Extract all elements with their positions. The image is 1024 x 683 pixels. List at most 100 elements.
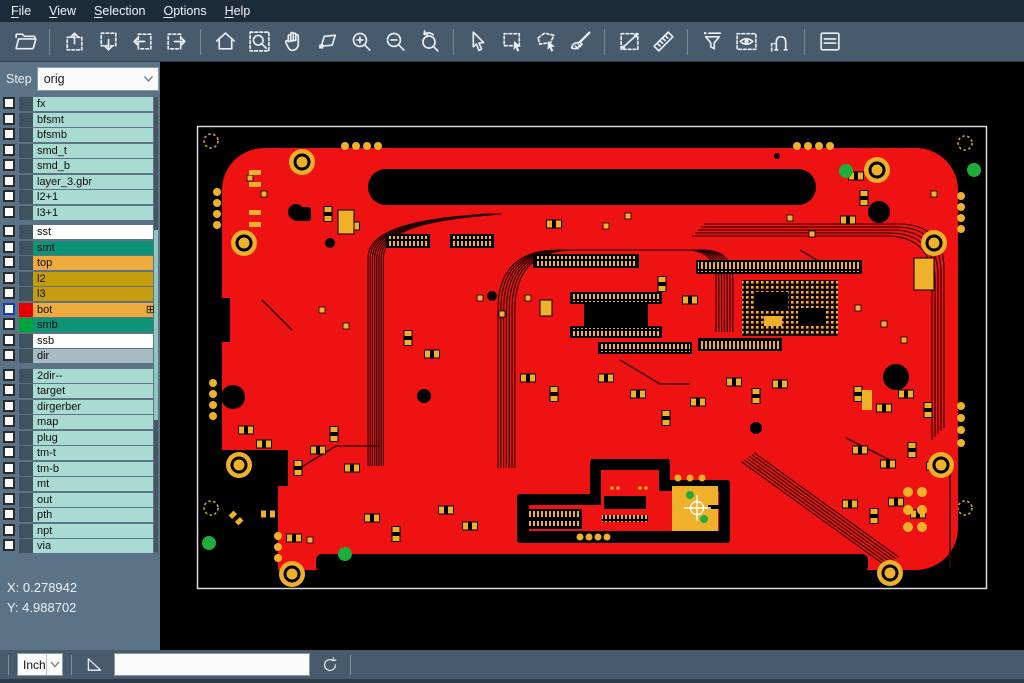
command-input[interactable] bbox=[114, 653, 310, 676]
layer-checkbox-plug[interactable] bbox=[3, 431, 15, 443]
layer-row-l2+1[interactable]: l2+1 bbox=[0, 190, 160, 204]
layer-row-2dir--[interactable]: 2dir-- bbox=[0, 369, 160, 383]
layer-name-label[interactable]: l3 bbox=[33, 287, 153, 301]
zoom-in-button[interactable] bbox=[344, 26, 378, 58]
layer-name-label[interactable]: 2dir-- bbox=[33, 369, 153, 383]
layer-row-bot[interactable]: bot⊞ bbox=[0, 303, 160, 317]
layer-name-label[interactable]: l2+1 bbox=[33, 190, 153, 204]
menu-item-selection[interactable]: Selection bbox=[85, 0, 154, 22]
step-select[interactable]: orig bbox=[37, 67, 159, 91]
layer-row-smd_t[interactable]: smd_t bbox=[0, 144, 160, 158]
layer-checkbox-target[interactable] bbox=[3, 384, 15, 396]
filter-button[interactable] bbox=[695, 26, 729, 58]
layer-name-label[interactable]: bfsmt bbox=[33, 113, 153, 127]
angle-mode-button[interactable] bbox=[84, 654, 105, 675]
layer-checkbox-bot[interactable] bbox=[3, 303, 15, 315]
layer-row-ssb[interactable]: ssb bbox=[0, 334, 160, 348]
measure-distance-button[interactable] bbox=[612, 26, 646, 58]
pan-right-button[interactable] bbox=[159, 26, 193, 58]
layer-row-target[interactable]: target bbox=[0, 384, 160, 398]
layer-name-label[interactable]: pth bbox=[33, 508, 153, 522]
layer-checkbox-layer_3.gbr[interactable] bbox=[3, 175, 15, 187]
layer-checkbox-dirgerber[interactable] bbox=[3, 400, 15, 412]
layer-checkbox-npt[interactable] bbox=[3, 524, 15, 536]
pan-up-button[interactable] bbox=[57, 26, 91, 58]
layer-row-mt[interactable]: mt bbox=[0, 477, 160, 491]
zoom-home-button[interactable] bbox=[208, 26, 242, 58]
layer-row-via[interactable]: via bbox=[0, 539, 160, 553]
layer-name-label[interactable]: l3+1 bbox=[33, 206, 153, 220]
menu-item-options[interactable]: Options bbox=[154, 0, 215, 22]
layer-checkbox-mt[interactable] bbox=[3, 477, 15, 489]
layer-row-smd_b[interactable]: smd_b bbox=[0, 159, 160, 173]
layer-color-swatch[interactable] bbox=[19, 318, 33, 332]
layer-row-pth[interactable]: pth bbox=[0, 508, 160, 522]
layer-row-out[interactable]: out bbox=[0, 493, 160, 507]
zoom-selection-button[interactable] bbox=[310, 26, 344, 58]
layer-checkbox-map[interactable] bbox=[3, 415, 15, 427]
layer-checkbox-via[interactable] bbox=[3, 539, 15, 551]
pan-down-button[interactable] bbox=[91, 26, 125, 58]
layer-row-bfsmt[interactable]: bfsmt bbox=[0, 113, 160, 127]
layer-row-top[interactable]: top bbox=[0, 256, 160, 270]
layer-name-label[interactable]: l2 bbox=[33, 272, 153, 286]
layer-row-map[interactable]: map bbox=[0, 415, 160, 429]
layer-checkbox-l3+1[interactable] bbox=[3, 206, 15, 218]
layer-row-l3[interactable]: l3 bbox=[0, 287, 160, 301]
zoom-out-button[interactable] bbox=[378, 26, 412, 58]
layer-name-label[interactable]: tm-t bbox=[33, 446, 153, 460]
layer-checkbox-out[interactable] bbox=[3, 493, 15, 505]
layer-name-label[interactable]: bfsmb bbox=[33, 128, 153, 142]
layer-name-label[interactable]: npt bbox=[33, 524, 153, 538]
pcb-canvas[interactable] bbox=[160, 62, 1024, 650]
select-polygon-button[interactable] bbox=[529, 26, 563, 58]
select-rectangle-button[interactable] bbox=[495, 26, 529, 58]
layer-list-scrollbar[interactable] bbox=[154, 97, 158, 552]
layer-checkbox-smd_t[interactable] bbox=[3, 144, 15, 156]
layer-row-plug[interactable]: plug bbox=[0, 431, 160, 445]
layer-row-dir[interactable]: dir bbox=[0, 349, 160, 363]
layer-checkbox-dir[interactable] bbox=[3, 349, 15, 361]
show-region-button[interactable] bbox=[729, 26, 763, 58]
layer-name-label[interactable]: layer_3.gbr bbox=[33, 175, 153, 189]
layer-checkbox-2dir--[interactable] bbox=[3, 369, 15, 381]
layer-name-label[interactable]: sst bbox=[33, 225, 153, 239]
clear-brush-button[interactable] bbox=[563, 26, 597, 58]
layer-checkbox-smt[interactable] bbox=[3, 241, 15, 253]
menu-item-help[interactable]: Help bbox=[216, 0, 260, 22]
layer-row-smt[interactable]: smt bbox=[0, 241, 160, 255]
layer-checkbox-l2+1[interactable] bbox=[3, 190, 15, 202]
snap-button[interactable] bbox=[763, 26, 797, 58]
layer-checkbox-ssb[interactable] bbox=[3, 334, 15, 346]
layers-panel-button[interactable] bbox=[812, 26, 846, 58]
layer-name-label[interactable]: smd_t bbox=[33, 144, 153, 158]
layer-checkbox-bfsmt[interactable] bbox=[3, 113, 15, 125]
layer-name-label[interactable]: map bbox=[33, 415, 153, 429]
layer-checkbox-pth[interactable] bbox=[3, 508, 15, 520]
layer-checkbox-smb[interactable] bbox=[3, 318, 15, 330]
layer-name-label[interactable]: bot bbox=[33, 303, 153, 317]
layer-checkbox-tm-b[interactable] bbox=[3, 462, 15, 474]
layer-name-label[interactable]: smt bbox=[33, 241, 153, 255]
layer-name-label[interactable]: dirgerber bbox=[33, 400, 153, 414]
pan-hand-button[interactable] bbox=[276, 26, 310, 58]
layer-name-label[interactable]: via bbox=[33, 539, 153, 553]
layer-checkbox-tm-t[interactable] bbox=[3, 446, 15, 458]
layer-row-dirgerber[interactable]: dirgerber bbox=[0, 400, 160, 414]
layer-checkbox-l3[interactable] bbox=[3, 287, 15, 299]
layer-checkbox-top[interactable] bbox=[3, 256, 15, 268]
zoom-window-button[interactable] bbox=[242, 26, 276, 58]
layer-checkbox-sst[interactable] bbox=[3, 225, 15, 237]
layer-row-sst[interactable]: sst bbox=[0, 225, 160, 239]
layer-name-label[interactable]: mt bbox=[33, 477, 153, 491]
layer-row-tm-t[interactable]: tm-t bbox=[0, 446, 160, 460]
layer-name-label[interactable]: ssb bbox=[33, 334, 153, 348]
open-file-button[interactable] bbox=[8, 26, 42, 58]
pan-left-button[interactable] bbox=[125, 26, 159, 58]
measure-ruler-button[interactable] bbox=[646, 26, 680, 58]
layer-row-npt[interactable]: npt bbox=[0, 524, 160, 538]
layer-name-label[interactable]: smd_b bbox=[33, 159, 153, 173]
layer-name-label[interactable]: out bbox=[33, 493, 153, 507]
select-pointer-button[interactable] bbox=[461, 26, 495, 58]
scrollbar-thumb[interactable] bbox=[154, 230, 158, 420]
